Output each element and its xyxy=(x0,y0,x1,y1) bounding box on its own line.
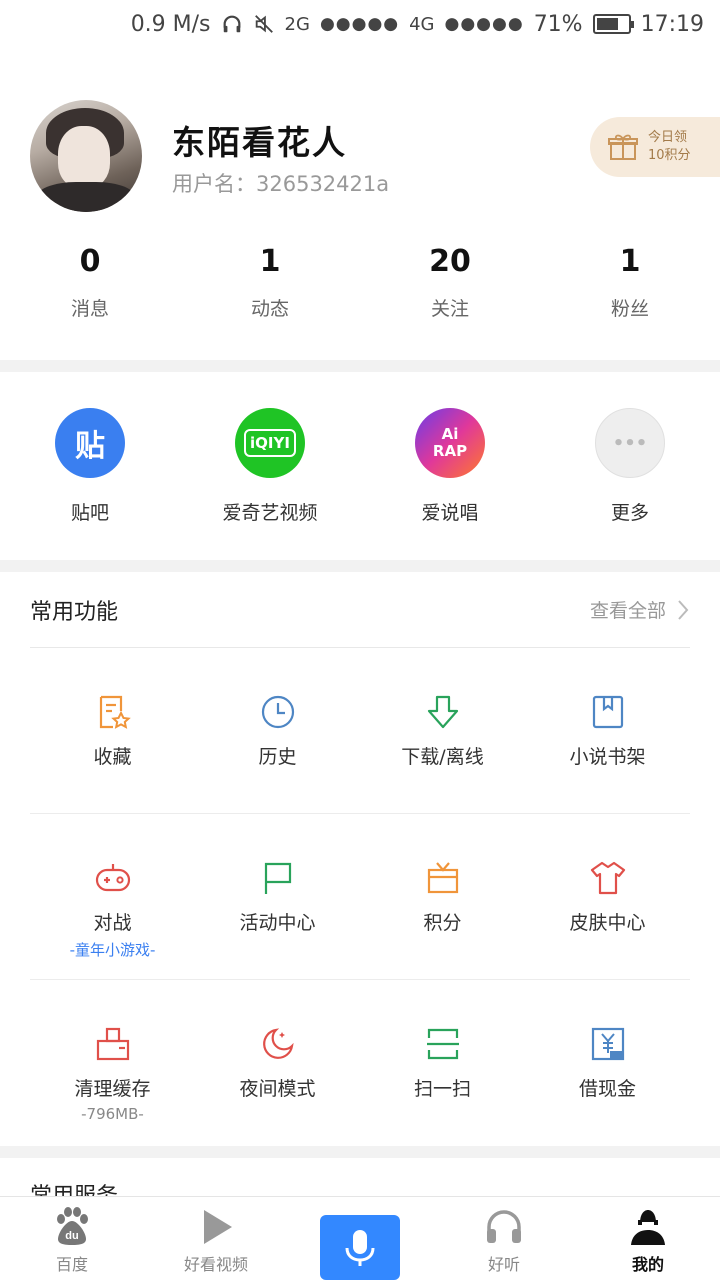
history-icon xyxy=(261,695,294,729)
nickname[interactable]: 东陌看花人 xyxy=(172,116,347,164)
favorites-icon xyxy=(99,695,131,729)
cache-size: -796MB- xyxy=(81,1105,144,1123)
divider xyxy=(0,1146,720,1158)
skin-center-button[interactable]: 皮肤中心 xyxy=(525,860,690,960)
stat-fans[interactable]: 1 粉丝 xyxy=(540,244,720,321)
network-type-2: 4G xyxy=(409,13,435,35)
svg-text:du: du xyxy=(65,1230,78,1242)
cash-icon xyxy=(591,1027,624,1061)
mute-icon xyxy=(254,15,273,33)
chevron-right-icon xyxy=(678,599,689,620)
flag-icon xyxy=(264,862,291,894)
night-mode-button[interactable]: 夜间模式 xyxy=(195,1026,360,1123)
gift-box-icon xyxy=(427,862,458,894)
battery-icon xyxy=(592,14,634,34)
baidu-paw-icon: du xyxy=(57,1207,88,1245)
battle-subtitle: -童年小游戏- xyxy=(69,941,156,959)
common-functions-header: 常用功能 查看全部 xyxy=(30,572,690,648)
daily-points-button[interactable]: 今日领 10积分 xyxy=(590,117,720,177)
download-button[interactable]: 下载/离线 xyxy=(360,694,525,769)
shirt-icon xyxy=(590,861,625,895)
bookshelf-button[interactable]: 小说书架 xyxy=(525,694,690,769)
stats-row: 0 消息 1 动态 20 关注 1 粉丝 xyxy=(0,244,720,321)
section-title: 常用功能 xyxy=(30,599,119,625)
functions-row-3: 清理缓存 -796MB- 夜间模式 扫一扫 借现金 xyxy=(30,1026,690,1123)
nav-baidu[interactable]: du 百度 xyxy=(0,1197,144,1280)
row-divider xyxy=(30,813,690,814)
avatar[interactable] xyxy=(30,100,142,212)
signin-line2: 10积分 xyxy=(648,148,691,163)
play-icon xyxy=(204,1210,232,1244)
nav-haokan-video[interactable]: 好看视频 xyxy=(144,1197,288,1280)
airap-icon: Ai RAP xyxy=(415,408,485,478)
moon-icon xyxy=(262,1028,294,1059)
apps-row: 贴 贴吧 iQIYI 爱奇艺视频 Ai RAP 爱说唱 ••• 更多 xyxy=(0,372,720,560)
favorites-button[interactable]: 收藏 xyxy=(30,694,195,769)
bookshelf-icon xyxy=(592,695,623,729)
stat-following[interactable]: 20 关注 xyxy=(360,244,540,321)
history-button[interactable]: 历史 xyxy=(195,694,360,769)
nav-voice[interactable] xyxy=(288,1197,432,1280)
network-type-1: 2G xyxy=(284,13,310,35)
tieba-icon: 贴 xyxy=(55,408,125,478)
view-all-link[interactable]: 查看全部 xyxy=(590,596,690,623)
clean-icon xyxy=(96,1027,129,1061)
nav-haoting[interactable]: 好听 xyxy=(432,1197,576,1280)
activity-center-button[interactable]: 活动中心 xyxy=(195,860,360,960)
more-icon: ••• xyxy=(595,408,665,478)
battery-percent: 71% xyxy=(533,11,583,37)
iqiyi-icon: iQIYI xyxy=(235,408,305,478)
signin-line1: 今日领 xyxy=(648,130,688,145)
app-iqiyi[interactable]: iQIYI 爱奇艺视频 xyxy=(180,372,360,560)
voice-search-button[interactable] xyxy=(320,1215,400,1280)
mic-icon xyxy=(345,1229,375,1266)
stat-posts[interactable]: 1 动态 xyxy=(180,244,360,321)
clear-cache-button[interactable]: 清理缓存 -796MB- xyxy=(30,1026,195,1123)
divider xyxy=(0,360,720,372)
divider xyxy=(0,560,720,572)
signal-1: ●●●●● xyxy=(319,14,400,34)
app-tieba[interactable]: 贴 贴吧 xyxy=(0,372,180,560)
username: 用户名：326532421a xyxy=(172,172,390,196)
app-airap[interactable]: Ai RAP 爱说唱 xyxy=(360,372,540,560)
signal-2: ●●●●● xyxy=(444,14,524,34)
functions-row-2: 对战 -童年小游戏- 活动中心 积分 皮肤中心 xyxy=(30,860,690,960)
clock: 17:19 xyxy=(640,11,704,37)
battle-button[interactable]: 对战 -童年小游戏- xyxy=(30,860,195,960)
points-button[interactable]: 积分 xyxy=(360,860,525,960)
profile-header: 东陌看花人 用户名：326532421a 今日领 10积分 xyxy=(0,90,720,220)
bottom-navigation: du 百度 好看视频 好听 我的 xyxy=(0,1196,720,1280)
app-more[interactable]: ••• 更多 xyxy=(540,372,720,560)
status-bar: 0.9 M/s 2G ●●●●● 4G ●●●●● 71% 17:19 xyxy=(0,0,720,48)
headphones-icon xyxy=(487,1210,521,1243)
stat-messages[interactable]: 0 消息 xyxy=(0,244,180,321)
gamepad-icon xyxy=(95,864,130,892)
scan-button[interactable]: 扫一扫 xyxy=(360,1026,525,1123)
download-icon xyxy=(427,695,458,729)
scan-icon xyxy=(426,1028,459,1060)
functions-row-1: 收藏 历史 下载/离线 小说书架 xyxy=(30,694,690,769)
gift-icon xyxy=(608,134,638,160)
row-divider xyxy=(30,979,690,980)
headphones-status-icon xyxy=(223,15,240,33)
profile-icon xyxy=(631,1210,665,1245)
network-speed: 0.9 M/s xyxy=(130,11,211,37)
borrow-cash-button[interactable]: 借现金 xyxy=(525,1026,690,1123)
nav-mine[interactable]: 我的 xyxy=(576,1197,720,1280)
